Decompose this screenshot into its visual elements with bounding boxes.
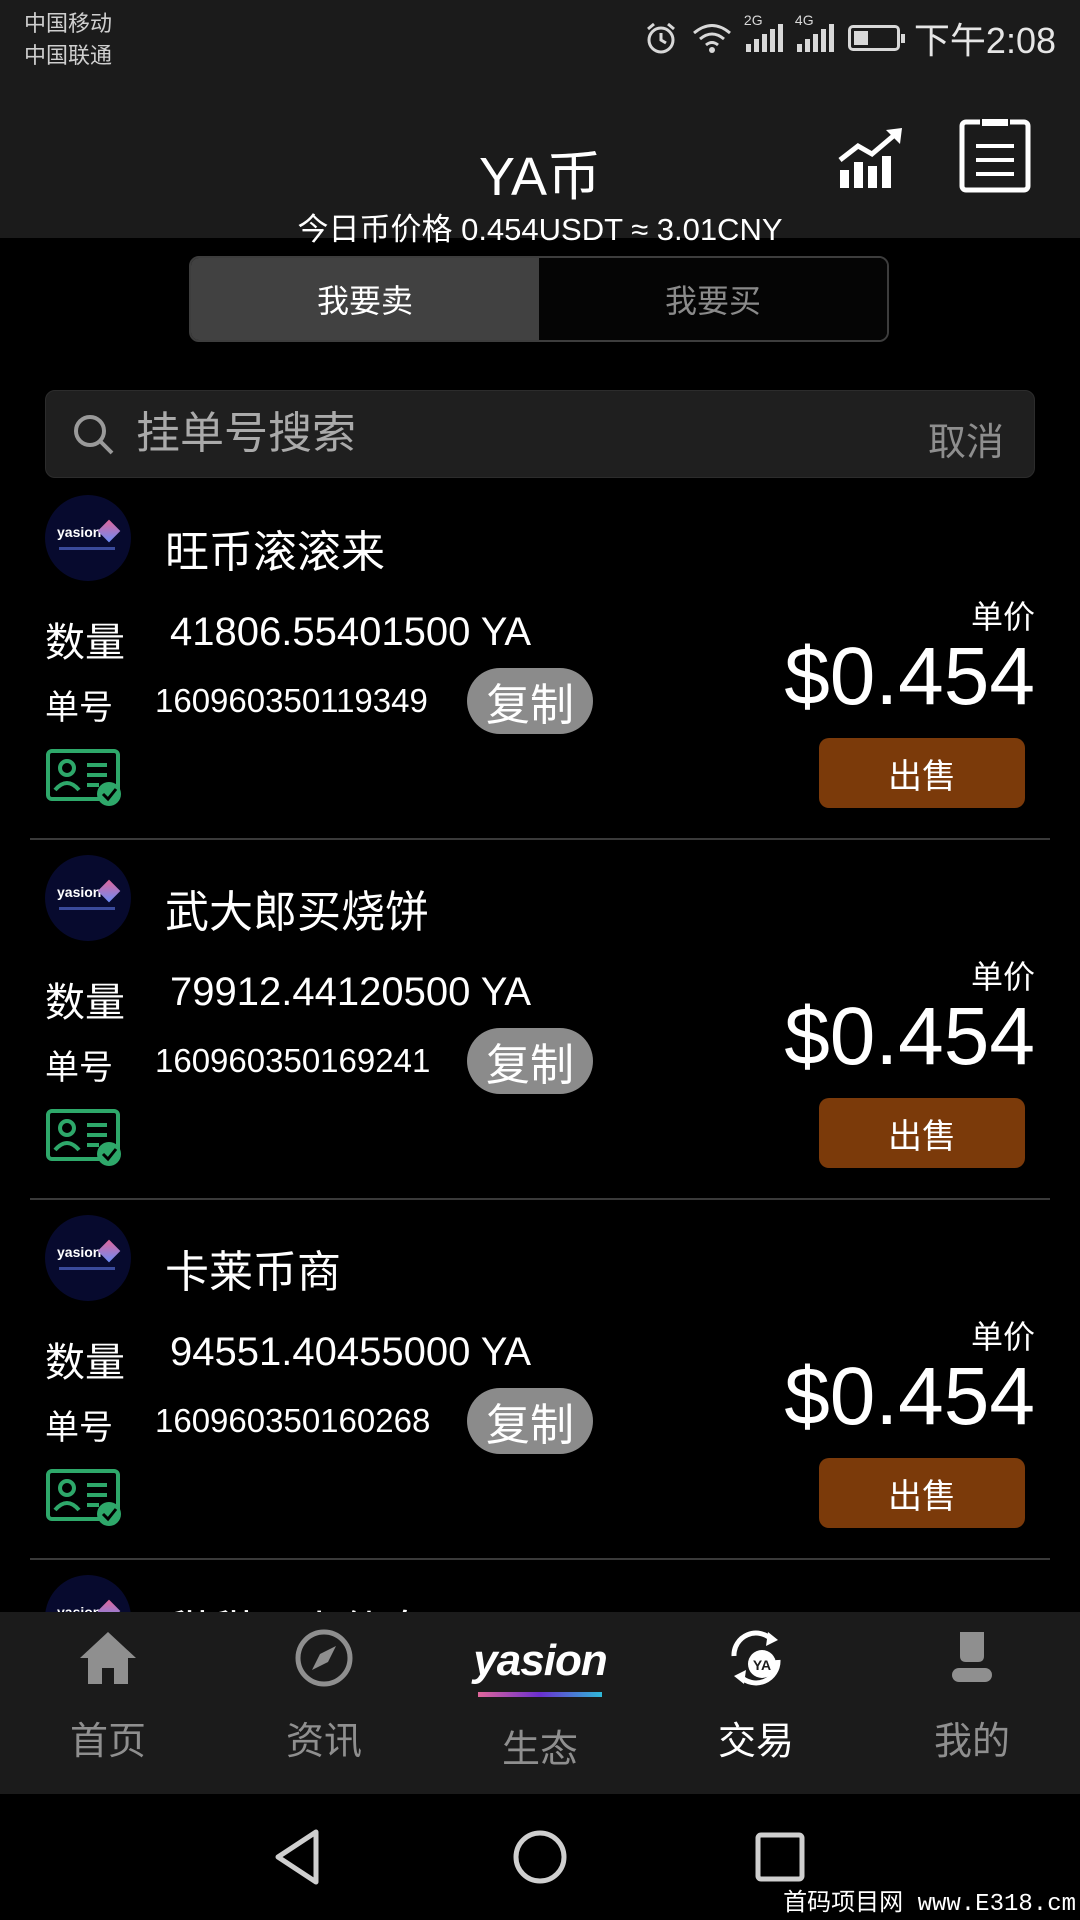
compass-icon	[295, 1629, 353, 1687]
alarm-icon	[646, 22, 675, 54]
verified-id-icon	[46, 1109, 121, 1166]
avatar-brand: yasion	[57, 884, 102, 900]
search-input[interactable]	[136, 391, 836, 477]
quantity-value: 41806.55401500 YA	[170, 610, 532, 654]
tab-news-label: 资讯	[285, 1721, 362, 1763]
avatar: yasion	[45, 855, 131, 941]
battery-level	[853, 31, 868, 45]
quantity-label: 数量	[45, 981, 125, 1025]
app-header: YA币 今日币价格 0.454USDT ≈ 3.01CNY	[0, 80, 1080, 247]
order-list: yasion 旺币滚滚来 数量 41806.55401500 YA 单号 160…	[0, 480, 1080, 1612]
search-icon	[74, 415, 114, 455]
tab-mine-label: 我的	[933, 1721, 1010, 1763]
order-number-label: 单号	[45, 1049, 113, 1087]
copy-button[interactable]: 复制	[467, 1388, 593, 1454]
sell-button[interactable]: 出售	[819, 1458, 1025, 1528]
sell-button[interactable]: 出售	[819, 1098, 1025, 1168]
order-number-label: 单号	[45, 1409, 113, 1447]
status-time: 下午2:08	[913, 20, 1056, 61]
avatar-brand: yasion	[57, 1244, 102, 1260]
list-item: yasion 武大郎买烧饼 数量 79912.44120500 YA 单号 16…	[30, 840, 1050, 1200]
signal-2g-icon: 2G	[744, 12, 783, 52]
copy-button[interactable]: 复制	[467, 1028, 593, 1094]
quantity-value: 94551.40455000 YA	[170, 1330, 532, 1374]
order-number: 160960350160268	[155, 1402, 431, 1439]
avatar: yasion	[45, 1575, 131, 1612]
search-bar: 取消	[45, 390, 1035, 478]
trade-exchange-icon: YA	[731, 1630, 781, 1686]
network-4g-label: 4G	[794, 12, 814, 28]
seller-name: 武大郎买烧饼	[165, 888, 429, 937]
unit-price: $0.454	[784, 631, 1035, 722]
system-nav-bar: 首码项目网 www.E318.cm	[0, 1794, 1080, 1920]
tab-home-label: 首页	[69, 1721, 146, 1763]
trend-chart-icon[interactable]	[836, 118, 912, 194]
home-icon	[80, 1632, 136, 1684]
avatar: yasion	[45, 495, 131, 581]
yasion-logo: yasion	[473, 1636, 607, 1685]
unit-price: $0.454	[784, 991, 1035, 1082]
quantity-label: 数量	[45, 1341, 125, 1385]
carrier-2: 中国联通	[24, 43, 113, 68]
order-number: 160960350119349	[155, 682, 428, 719]
seller-name: 旺币滚滚来	[165, 528, 385, 577]
trade-badge: YA	[753, 1657, 771, 1673]
tab-eco[interactable]: yasion 生态	[432, 1612, 648, 1794]
avatar-brand: yasion	[57, 524, 102, 540]
battery-icon	[847, 25, 905, 51]
tab-trade[interactable]: YA 交易	[648, 1612, 864, 1794]
tab-eco-label: 生态	[501, 1729, 578, 1771]
network-2g-label: 2G	[743, 12, 763, 28]
trade-direction-switch: 我要卖 我要买	[189, 256, 889, 342]
order-number-label: 单号	[45, 689, 113, 727]
list-item: yasion 旺币滚滚来 数量 41806.55401500 YA 单号 160…	[30, 480, 1050, 840]
coin-price-line: 今日币价格 0.454USDT ≈ 3.01CNY	[297, 212, 783, 247]
page-title: YA币	[478, 147, 602, 207]
order-list-icon[interactable]	[958, 118, 1034, 194]
unit-price: $0.454	[784, 1351, 1035, 1442]
tab-mine[interactable]: 我的	[864, 1612, 1080, 1794]
seller-name: 卡莱币商	[165, 1248, 341, 1297]
quantity-label: 数量	[45, 621, 125, 665]
avatar: yasion	[45, 1215, 131, 1301]
cancel-search-button[interactable]: 取消	[928, 411, 1004, 466]
yasion-logo-underline	[478, 1692, 602, 1697]
verified-id-icon	[46, 1469, 121, 1526]
list-item: yasion 卡莱币商 数量 94551.40455000 YA 单号 1609…	[30, 1200, 1050, 1560]
seller-name: 甜甜圈小仙女	[165, 1596, 429, 1612]
tab-sell[interactable]: 我要卖	[191, 258, 539, 340]
tab-home[interactable]: 首页	[0, 1612, 216, 1794]
order-number: 160960350169241	[155, 1042, 431, 1079]
avatar-brand: yasion	[57, 1604, 102, 1612]
status-icons: 2G 4G 下午2:08	[644, 12, 1056, 62]
bottom-tab-bar: 首页 资讯 yasion 生态 YA 交易 我的	[0, 1612, 1080, 1794]
back-icon[interactable]	[264, 1822, 334, 1892]
signal-4g-icon: 4G	[795, 12, 834, 52]
status-bar: 中国移动 中国联通 2G 4G 下午2:08	[0, 0, 1080, 80]
copy-button[interactable]: 复制	[467, 668, 593, 734]
tab-trade-label: 交易	[717, 1721, 794, 1763]
carrier-info: 中国移动 中国联通	[24, 8, 112, 72]
sell-button[interactable]: 出售	[819, 738, 1025, 808]
wifi-icon	[692, 24, 731, 53]
verified-id-icon	[46, 749, 121, 806]
list-item: yasion 甜甜圈小仙女	[30, 1560, 1050, 1612]
tab-buy[interactable]: 我要买	[539, 258, 887, 340]
quantity-value: 79912.44120500 YA	[170, 970, 532, 1014]
watermark: 首码项目网 www.E318.cm	[783, 1891, 1076, 1918]
carrier-1: 中国移动	[24, 11, 113, 36]
person-icon	[952, 1632, 992, 1682]
tab-news[interactable]: 资讯	[216, 1612, 432, 1794]
home-circle-icon[interactable]	[505, 1822, 575, 1892]
